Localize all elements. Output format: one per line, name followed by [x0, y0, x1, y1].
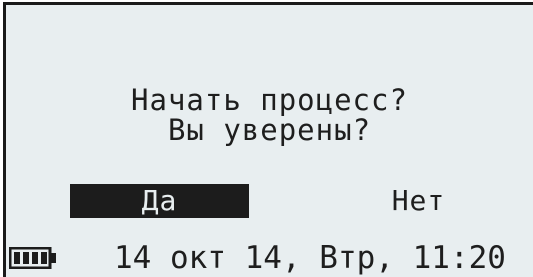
confirm-dialog: Начать процесс? Вы уверены?: [6, 85, 533, 145]
no-button[interactable]: Нет: [329, 184, 508, 218]
datetime-display: 14 окт 14, Втр, 11:20: [114, 240, 506, 276]
dialog-confirm-text: Вы уверены?: [167, 113, 372, 147]
dialog-question: Начать процесс?: [131, 83, 408, 117]
yes-button[interactable]: Да: [70, 184, 249, 218]
device-frame: Начать процесс? Вы уверены? Да Нет 14 ок…: [0, 0, 533, 277]
battery-full-icon: [9, 247, 56, 269]
lcd-screen: Начать процесс? Вы уверены? Да Нет 14 ок…: [3, 2, 533, 277]
status-bar: 14 окт 14, Втр, 11:20: [6, 237, 533, 277]
